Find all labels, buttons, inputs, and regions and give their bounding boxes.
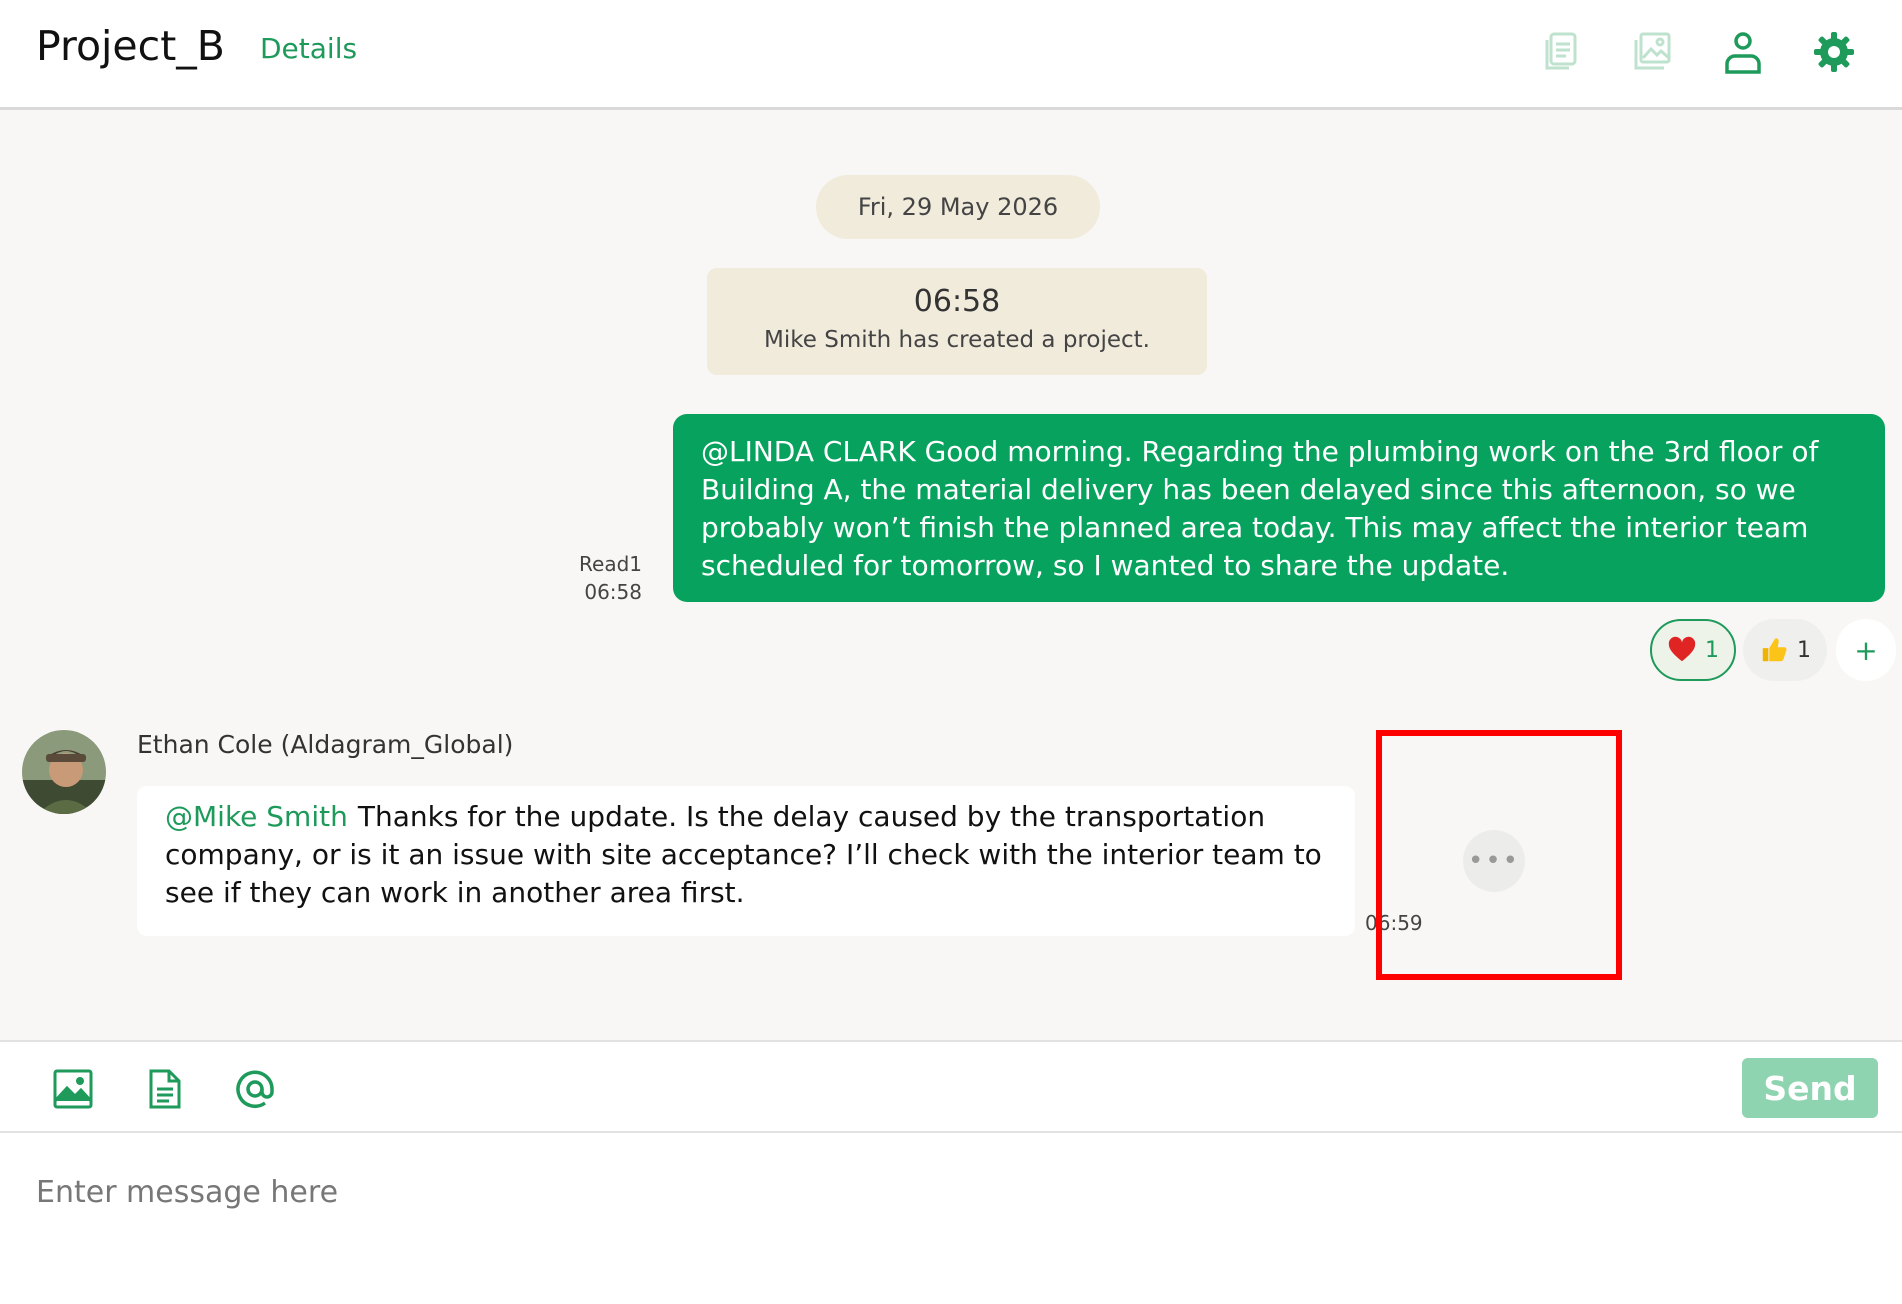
thumbs-up-icon [1762, 638, 1787, 662]
system-message-time: 06:58 [913, 284, 1001, 319]
outgoing-time: 06:58 [584, 580, 642, 604]
heart-icon [1668, 636, 1696, 662]
sender-name: Ethan Cole (Aldagram_Global) [137, 730, 514, 759]
composer-toolbar: Send [0, 1040, 1902, 1133]
settings-icon[interactable] [1806, 24, 1862, 80]
reaction-heart[interactable]: 1 [1650, 619, 1736, 681]
files-icon[interactable] [1533, 24, 1589, 80]
outgoing-message[interactable]: @LINDA CLARK Good morning. Regarding the… [673, 414, 1885, 602]
images-icon[interactable] [1624, 24, 1680, 80]
date-separator: Fri, 29 May 2026 [816, 175, 1100, 239]
incoming-message[interactable]: @Mike Smith Thanks for the update. Is the… [137, 786, 1355, 936]
page-title: Project_B [36, 22, 225, 70]
mention-link[interactable]: @Mike Smith [165, 800, 348, 833]
read-receipt: Read1 [579, 552, 642, 576]
mention-icon[interactable] [230, 1064, 280, 1114]
system-message-text: Mike Smith has created a project. [764, 327, 1150, 353]
members-icon[interactable] [1715, 24, 1771, 80]
highlight-box [1376, 730, 1622, 980]
file-icon[interactable] [139, 1064, 189, 1114]
message-input-area[interactable] [0, 1133, 1902, 1304]
details-link[interactable]: Details [260, 32, 357, 65]
header: Project_B Details [0, 0, 1902, 110]
system-message: 06:58 Mike Smith has created a project. [707, 268, 1207, 375]
reaction-count: 1 [1797, 637, 1811, 663]
send-button[interactable]: Send [1742, 1058, 1878, 1118]
add-reaction-button[interactable]: + [1836, 619, 1896, 681]
outgoing-meta: Read1 06:58 [560, 550, 642, 606]
message-input[interactable] [34, 1161, 1868, 1223]
avatar[interactable] [22, 730, 106, 814]
image-icon[interactable] [48, 1064, 98, 1114]
reaction-thumbs-up[interactable]: 1 [1743, 619, 1827, 681]
reaction-count: 1 [1705, 637, 1719, 663]
